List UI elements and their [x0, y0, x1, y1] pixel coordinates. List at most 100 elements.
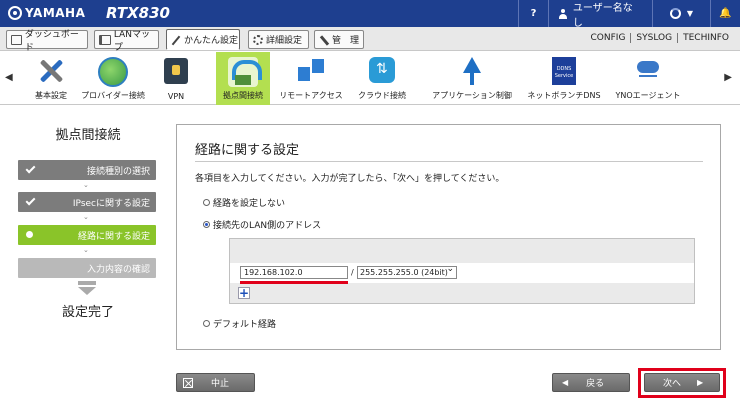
radio-button[interactable] [203, 320, 210, 327]
tab-label: 詳細設定 [266, 36, 303, 46]
button-label: 次へ [663, 379, 682, 389]
ip-address-input[interactable]: 192.168.102.0 [240, 266, 348, 279]
nav-label: プロバイダー接続 [81, 91, 145, 100]
address-row: 192.168.102.0 / 255.255.255.0 (24bit) [230, 263, 694, 284]
status-menu[interactable]: ▼ [652, 0, 710, 27]
status-ring-icon [669, 8, 681, 19]
help-button[interactable]: ? [518, 0, 548, 27]
step-complete: 設定完了 [61, 305, 114, 320]
nav-remote-access[interactable]: リモートアクセス [276, 52, 346, 105]
notification-bell-icon[interactable]: 🔔 [710, 0, 740, 27]
nav-application-control[interactable]: アプリケーション制御 [430, 52, 514, 105]
divider [195, 161, 703, 162]
route-settings-panel: 経路に関する設定 各項目を入力してください。入力が完了したら、「次へ」を押してく… [176, 124, 721, 350]
cloud-sync-icon [369, 57, 395, 83]
scroll-right-arrow-icon[interactable]: ▶ [724, 72, 732, 83]
chevron-down-icon: ⌄ [83, 181, 89, 189]
main-tab-bar: ダッシュボード LANマップ かんたん設定 詳細設定 管 理 CONFIG SY… [0, 27, 740, 53]
arrow-right-icon: ▶ [697, 378, 704, 387]
tab-lan-map[interactable]: LANマップ [94, 30, 159, 53]
easy-setup-menu: ◀ 基本設定 プロバイダー接続 VPN 拠点間接続 リモートアクセス クラウド接… [0, 52, 740, 105]
user-menu[interactable]: ユーザー名なし [548, 0, 652, 29]
gear-icon [253, 34, 263, 45]
remote-access-icon [296, 57, 326, 87]
tab-label: LANマップ [113, 29, 150, 53]
cancel-button[interactable]: 中止 [176, 373, 255, 392]
step-ipsec-settings: IPsecに関する設定 [18, 192, 156, 212]
highlight-underline [240, 281, 348, 284]
radio-label: 経路を設定しない [213, 199, 286, 209]
radio-lan-address[interactable]: 接続先のLAN側のアドレス [203, 218, 321, 231]
globe-icon [98, 57, 128, 87]
chevron-down-icon: ⌄ [83, 246, 89, 254]
tab-dashboard[interactable]: ダッシュボード [6, 30, 88, 53]
nav-label: 基本設定 [35, 91, 67, 100]
model-name: RTX830 [106, 4, 170, 22]
scroll-left-arrow-icon[interactable]: ◀ [5, 72, 13, 83]
lan-map-icon [99, 34, 111, 45]
step-label: IPsecに関する設定 [72, 198, 150, 209]
techinfo-link[interactable]: TECHINFO [677, 33, 734, 43]
top-bar: YAMAHA RTX830 ? ユーザー名なし ▼ 🔔 [0, 0, 740, 29]
nav-vpn[interactable]: VPN [156, 52, 196, 105]
step-label: 経路に関する設定 [77, 231, 150, 242]
yamaha-logo: YAMAHA [8, 6, 85, 20]
nav-label: アプリケーション制御 [432, 91, 512, 100]
ddns-service-icon: DDNS Service [552, 57, 576, 85]
tab-label: かんたん設定 [184, 36, 239, 46]
wrench-icon [319, 35, 329, 45]
button-label: 中止 [211, 379, 230, 389]
user-icon [559, 8, 567, 19]
wand-icon [171, 35, 181, 45]
address-list: 192.168.102.0 / 255.255.255.0 (24bit) + [229, 238, 695, 304]
tab-management[interactable]: 管 理 [314, 30, 364, 49]
user-name: ユーザー名なし [572, 2, 633, 29]
chevron-down-icon: ▼ [686, 9, 694, 18]
tools-icon [37, 57, 65, 85]
nav-label: リモートアクセス [279, 91, 343, 100]
arrow-left-icon: ◀ [562, 378, 569, 387]
radio-default-route[interactable]: デフォルト経路 [203, 317, 276, 330]
nav-netvolante-dns[interactable]: DDNS Service ネットボランチDNS [526, 52, 602, 105]
nav-cloud-connection[interactable]: クラウド接続 [354, 52, 410, 105]
site-connection-icon [228, 57, 262, 87]
current-step-dot-icon [26, 231, 33, 238]
radio-no-route[interactable]: 経路を設定しない [203, 196, 285, 209]
config-link[interactable]: CONFIG [586, 33, 631, 43]
button-label: 戻る [586, 379, 605, 389]
syslog-link[interactable]: SYSLOG [630, 33, 677, 43]
radio-label: 接続先のLAN側のアドレス [213, 221, 322, 231]
add-row-button[interactable]: + [238, 287, 250, 299]
back-button[interactable]: ◀ 戻る [552, 373, 630, 392]
instructions: 各項目を入力してください。入力が完了したら、「次へ」を押してください。 [195, 174, 505, 184]
nav-provider-connection[interactable]: プロバイダー接続 [78, 52, 148, 105]
tab-label: ダッシュボード [24, 29, 79, 53]
step-label: 接続種別の選択 [86, 166, 150, 177]
vpn-lock-icon [164, 58, 188, 84]
arrow-down-icon [78, 281, 96, 295]
check-icon [25, 195, 36, 206]
nav-basic-settings[interactable]: 基本設定 [30, 52, 72, 105]
radio-button[interactable] [203, 199, 210, 206]
top-right-controls: ? ユーザー名なし ▼ 🔔 [518, 0, 740, 29]
wizard-title: 拠点間接続 [55, 128, 121, 143]
netmask-select[interactable]: 255.255.255.0 (24bit) [357, 264, 457, 279]
nav-label: 拠点間接続 [223, 91, 263, 100]
radio-label: デフォルト経路 [213, 320, 277, 330]
tab-easy-setup[interactable]: かんたん設定 [166, 29, 240, 50]
close-box-icon [183, 377, 193, 388]
nav-site-to-site[interactable]: 拠点間接続 [216, 52, 270, 105]
yno-network-icon [633, 57, 663, 87]
next-button[interactable]: 次へ ▶ [644, 373, 720, 392]
dashboard-icon [11, 34, 22, 45]
radio-button[interactable] [203, 221, 210, 228]
tab-label: 管 理 [332, 36, 360, 46]
check-icon [25, 163, 36, 174]
tab-advanced-settings[interactable]: 詳細設定 [248, 30, 309, 49]
panel-title: 経路に関する設定 [195, 143, 300, 158]
step-route-settings: 経路に関する設定 [18, 225, 156, 245]
nav-yno-agent[interactable]: YNOエージェント [612, 52, 684, 105]
nav-label: クラウド接続 [358, 91, 406, 100]
nav-label: ネットボランチDNS [527, 91, 601, 100]
step-connection-type: 接続種別の選択 [18, 160, 156, 180]
